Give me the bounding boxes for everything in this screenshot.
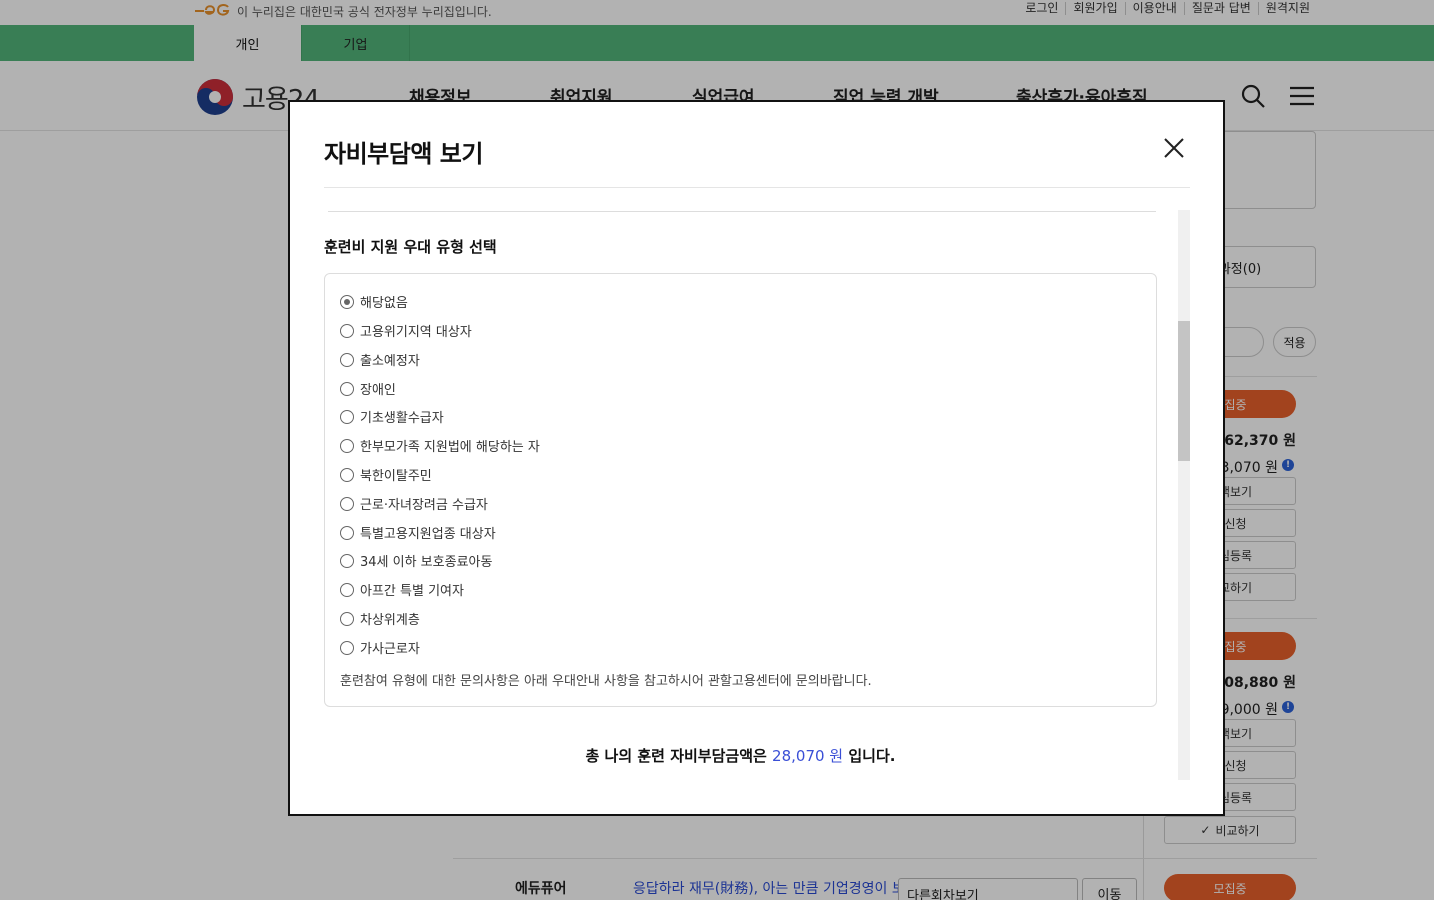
inquiry-notice: 훈련참여 유형에 대한 문의사항은 아래 우대안내 사항을 참고하시어 관할고용… [340,674,872,689]
option-label: 가사근로자 [360,642,420,657]
radio-option[interactable]: 기초생활수급자 [340,407,444,426]
radio-option[interactable]: 차상위계층 [340,609,420,628]
modal-divider [324,187,1190,188]
option-label: 장애인 [360,383,396,398]
option-label: 차상위계층 [360,613,420,628]
radio-button[interactable] [340,553,354,568]
total-suffix: 입니다. [848,747,896,765]
radio-option[interactable]: 고용위기지역 대상자 [340,321,472,340]
radio-option[interactable]: 출소예정자 [340,350,420,369]
total-amount: 28,070 원 [772,747,844,765]
option-label: 34세 이하 보호종료아동 [360,555,493,570]
radio-option[interactable]: 가사근로자 [340,638,420,657]
radio-button[interactable] [340,467,354,482]
preference-type-options: 해당없음 고용위기지역 대상자 출소예정자 장애인 기초생활수급자 한부모가족 … [324,273,1157,707]
modal-scroll-area[interactable]: 훈련비 지원 우대 유형 선택 해당없음 고용위기지역 대상자 출소예정자 장애… [324,210,1190,780]
scrollbar-track[interactable] [1178,210,1190,780]
radio-button[interactable] [340,640,354,655]
radio-option[interactable]: 북한이탈주민 [340,465,432,484]
option-label: 근로·자녀장려금 수급자 [360,498,488,513]
radio-option[interactable]: 장애인 [340,379,396,398]
option-label: 기초생활수급자 [360,411,444,426]
section-title: 훈련비 지원 우대 유형 선택 [324,238,497,256]
radio-option[interactable]: 특별고용지원업종 대상자 [340,523,496,542]
radio-button[interactable] [340,496,354,511]
radio-option[interactable]: 해당없음 [340,292,408,311]
option-label: 아프간 특별 기여자 [360,584,464,599]
radio-option[interactable]: 34세 이하 보호종료아동 [340,551,492,570]
radio-button[interactable] [340,323,354,338]
total-prefix: 총 나의 훈련 자비부담금액은 [585,747,767,765]
radio-button[interactable] [340,438,354,453]
total-self-pay: 총 나의 훈련 자비부담금액은 28,070 원 입니다. [324,745,1157,766]
radio-option[interactable]: 아프간 특별 기여자 [340,580,464,599]
radio-button[interactable] [340,294,354,309]
option-label: 북한이탈주민 [360,469,432,484]
radio-button[interactable] [340,381,354,396]
scrollbar-thumb[interactable] [1178,321,1190,461]
radio-option[interactable]: 한부모가족 지원법에 해당하는 자 [340,436,540,455]
option-label: 고용위기지역 대상자 [360,325,472,340]
radio-button[interactable] [340,525,354,540]
radio-button[interactable] [340,582,354,597]
close-icon[interactable] [1163,137,1185,159]
radio-button[interactable] [340,352,354,367]
radio-button[interactable] [340,409,354,424]
radio-button[interactable] [340,611,354,626]
option-label: 출소예정자 [360,354,420,369]
radio-option[interactable]: 근로·자녀장려금 수급자 [340,494,488,513]
option-label: 해당없음 [360,296,408,311]
modal-title: 자비부담액 보기 [324,140,483,168]
self-pay-modal: 자비부담액 보기 훈련비 지원 우대 유형 선택 해당없음 고용위기지역 대상자… [288,100,1225,816]
option-label: 특별고용지원업종 대상자 [360,527,496,542]
option-label: 한부모가족 지원법에 해당하는 자 [360,440,540,455]
divider [328,211,1156,212]
